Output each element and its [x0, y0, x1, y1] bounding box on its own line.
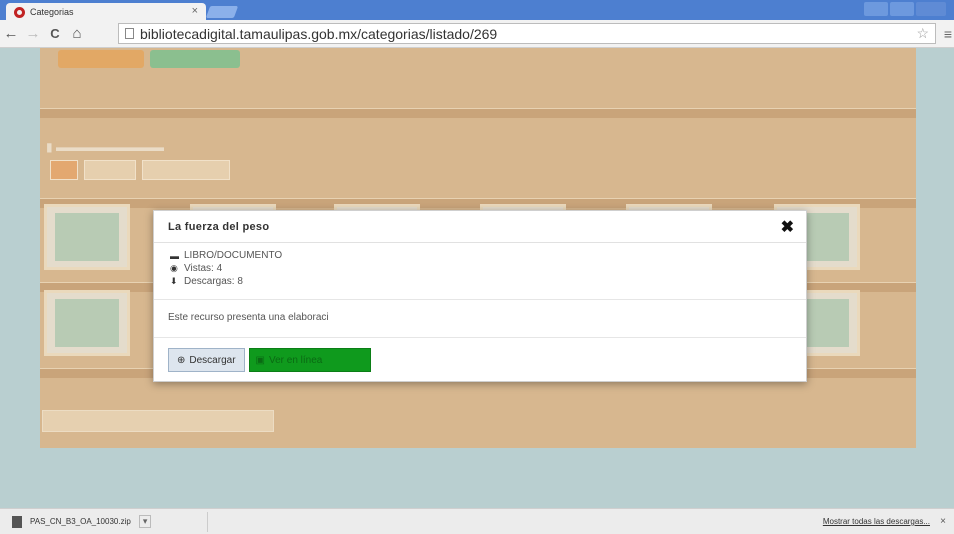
zip-file-icon	[12, 515, 22, 528]
filter-button[interactable]	[84, 160, 136, 180]
meta-type-text: LIBRO/DOCUMENTO	[184, 250, 283, 261]
window-close-button[interactable]	[916, 2, 946, 16]
section-title-icon: ▮ ▬▬▬▬▬▬▬▬▬	[46, 140, 164, 154]
filter-row	[50, 160, 230, 180]
filter-button[interactable]	[50, 160, 78, 180]
shelf-board	[40, 108, 916, 118]
tab-close-icon[interactable]: ×	[192, 5, 198, 17]
folder-icon: ▬	[170, 250, 179, 261]
meta-downloads-text: Descargas: 8	[184, 276, 243, 287]
modal-title: La fuerza del peso	[168, 220, 270, 233]
meta-views: ◉ Vistas: 4	[170, 262, 806, 275]
close-download-bar-icon[interactable]: ×	[940, 516, 946, 527]
opera-favicon-icon	[14, 6, 25, 18]
home-button[interactable]: ⌂	[66, 25, 88, 42]
eye-icon: ◉	[170, 263, 178, 273]
download-shelf: PAS_CN_B3_OA_10030.zip ▾ Mostrar todas l…	[0, 508, 954, 534]
modal-header: La fuerza del peso ✖	[154, 211, 806, 243]
view-online-label: Ver en línea	[268, 354, 323, 366]
browser-toolbar: ← → C ⌂ bibliotecadigital.tamaulipas.gob…	[0, 20, 954, 48]
download-icon: ⬇	[170, 276, 178, 286]
meta-downloads: ⬇ Descargas: 8	[170, 275, 806, 288]
minimize-button[interactable]	[864, 2, 888, 16]
tab-title: Categorias	[30, 7, 74, 17]
forward-button[interactable]: →	[22, 25, 44, 42]
top-buttons	[58, 50, 240, 68]
maximize-button[interactable]	[890, 2, 914, 16]
book-cover[interactable]	[44, 290, 130, 356]
back-button[interactable]: ←	[0, 25, 22, 42]
page-icon	[125, 28, 134, 39]
meta-type: ▬ LIBRO/DOCUMENTO	[170, 249, 806, 262]
download-button[interactable]: ⊕ Descargar	[168, 348, 245, 372]
download-item[interactable]: PAS_CN_B3_OA_10030.zip ▾	[12, 511, 208, 532]
pagination[interactable]	[42, 410, 274, 432]
meta-views-text: Vistas: 4	[184, 263, 223, 274]
menu-icon[interactable]: ≡	[944, 26, 952, 42]
top-orange-button[interactable]	[58, 50, 144, 68]
download-button-label: Descargar	[189, 354, 236, 366]
new-tab-button[interactable]	[205, 6, 239, 18]
reload-button[interactable]: C	[44, 26, 66, 41]
download-options-icon[interactable]: ▾	[138, 515, 152, 528]
resource-meta: ▬ LIBRO/DOCUMENTO ◉ Vistas: 4 ⬇ Descarga…	[154, 243, 806, 288]
url-text[interactable]: bibliotecadigital.tamaulipas.gob.mx/cate…	[140, 26, 497, 42]
view-online-button[interactable]: ▣ Ver en línea	[248, 348, 371, 372]
show-all-downloads-link[interactable]: Mostrar todas las descargas...	[823, 517, 930, 526]
modal-footer: ⊕ Descargar ▣ Ver en línea	[168, 348, 371, 372]
address-bar[interactable]: bibliotecadigital.tamaulipas.gob.mx/cate…	[118, 23, 936, 44]
browser-tab[interactable]: Categorias ×	[6, 3, 206, 21]
top-green-button[interactable]	[150, 50, 240, 68]
close-icon[interactable]: ✖	[781, 217, 794, 237]
download-circle-icon: ⊕	[177, 354, 186, 366]
window-controls	[864, 2, 946, 16]
resource-description: Este recurso presenta una elaboraci	[168, 312, 329, 323]
monitor-icon: ▣	[255, 354, 265, 366]
browser-titlebar: Categorias ×	[0, 0, 954, 21]
bookmark-star-icon[interactable]: ☆	[916, 25, 929, 42]
download-file-name[interactable]: PAS_CN_B3_OA_10030.zip	[30, 517, 131, 526]
resource-modal: La fuerza del peso ✖ ▬ LIBRO/DOCUMENTO ◉…	[153, 210, 807, 382]
divider	[154, 299, 806, 300]
filter-button[interactable]	[142, 160, 230, 180]
book-cover[interactable]	[44, 204, 130, 270]
divider	[154, 337, 806, 338]
